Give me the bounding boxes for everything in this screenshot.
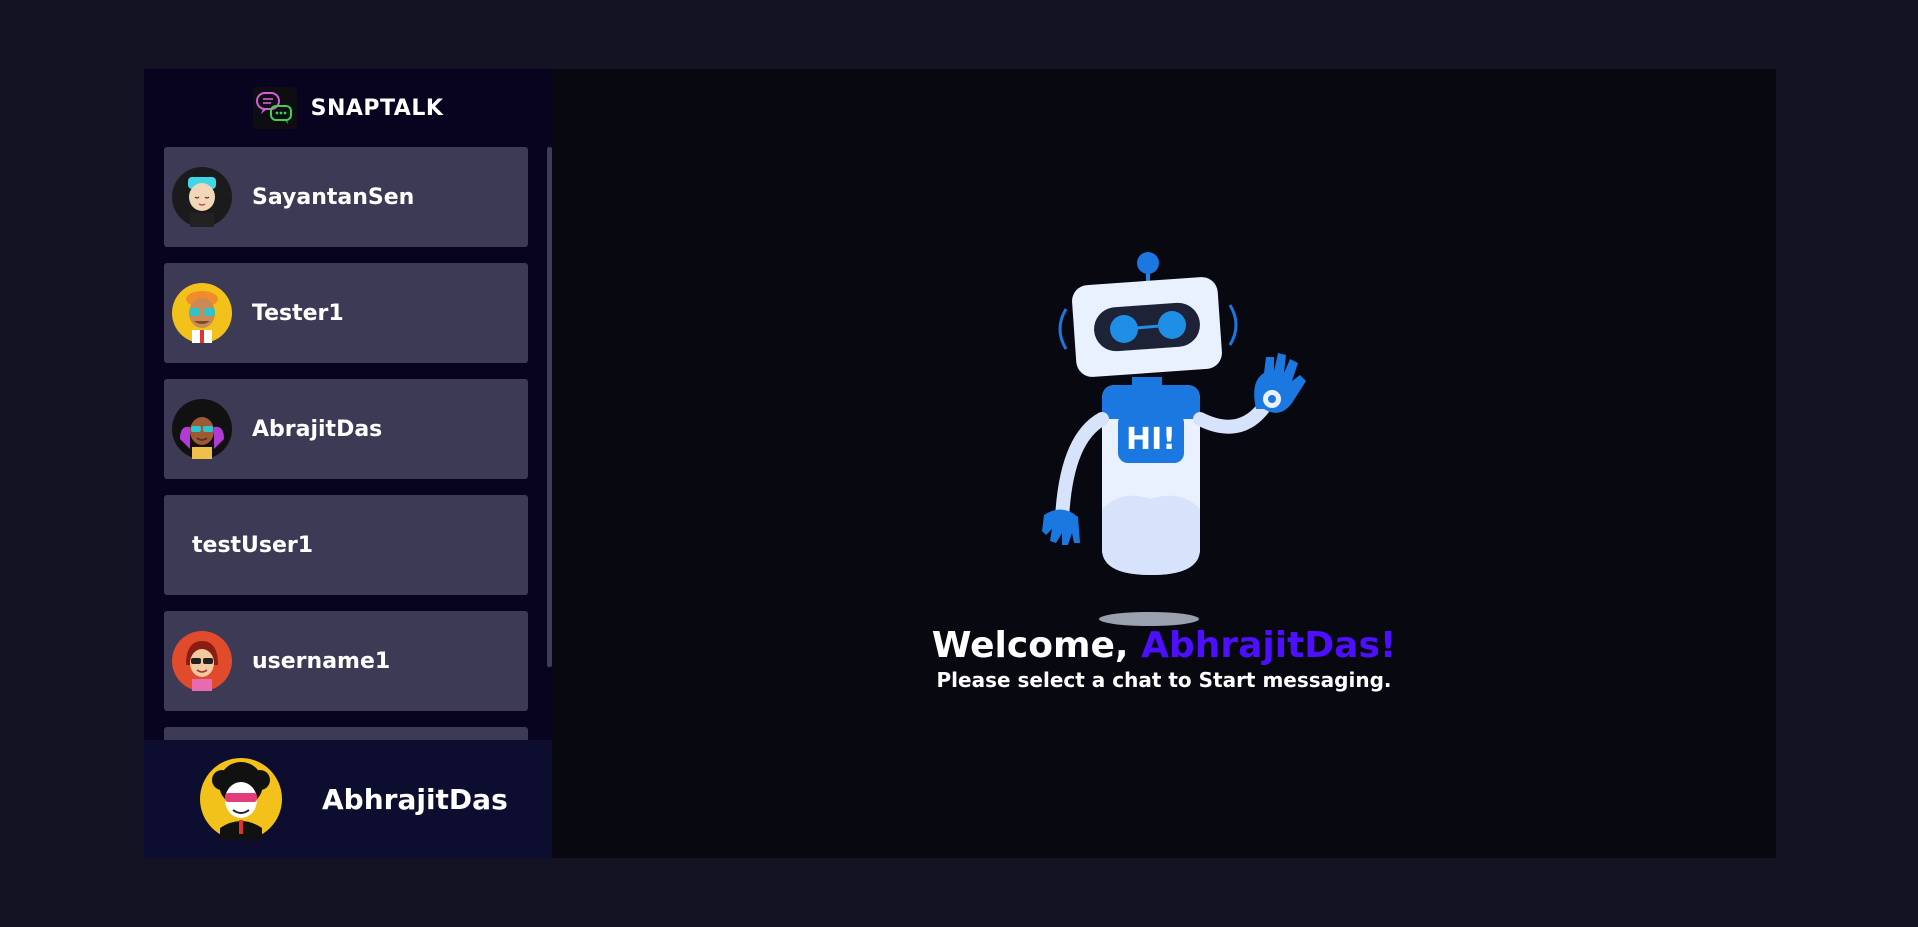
current-user-name: AbhrajitDas bbox=[322, 782, 508, 816]
welcome-subtitle: Please select a chat to Start messaging. bbox=[936, 668, 1392, 692]
avatar bbox=[172, 631, 232, 691]
avatar bbox=[172, 167, 232, 227]
welcome-panel: HI! Welcome, AbhrajitDas! Please select … bbox=[552, 69, 1776, 858]
robot-illustration: HI! bbox=[1042, 252, 1306, 626]
welcome-prefix: Welcome, bbox=[931, 625, 1142, 666]
contact-name: AbrajitDas bbox=[252, 416, 383, 442]
chat-bubbles-icon bbox=[252, 87, 297, 129]
contact-name: testUser1 bbox=[192, 532, 314, 558]
contact-name: SayantanSen bbox=[252, 184, 415, 210]
contacts-sidebar: SNAPTALK SayantanSen Tester1 AbrajitDas … bbox=[144, 69, 552, 858]
contact-item[interactable]: Tester1 bbox=[164, 263, 528, 363]
current-user-panel: AbhrajitDas bbox=[144, 740, 552, 858]
contact-item[interactable]: AbrajitDas bbox=[164, 379, 528, 479]
avatar bbox=[172, 399, 232, 459]
contact-item[interactable] bbox=[164, 727, 528, 740]
welcome-username: AbhrajitDas! bbox=[1141, 625, 1397, 666]
robot-badge: HI! bbox=[1126, 422, 1176, 457]
contact-list[interactable]: SayantanSen Tester1 AbrajitDas testUser1… bbox=[144, 147, 552, 740]
contact-name: username1 bbox=[252, 648, 391, 674]
contact-item[interactable]: testUser1 bbox=[164, 495, 528, 595]
avatar bbox=[200, 758, 282, 840]
contact-item[interactable]: SayantanSen bbox=[164, 147, 528, 247]
brand-name: SNAPTALK bbox=[310, 95, 444, 121]
contact-item[interactable]: username1 bbox=[164, 611, 528, 711]
contact-name: Tester1 bbox=[252, 300, 344, 326]
brand-header: SNAPTALK bbox=[144, 69, 552, 147]
avatar bbox=[172, 283, 232, 343]
welcome-title: Welcome, AbhrajitDas! bbox=[932, 625, 1397, 666]
chat-app: SNAPTALK SayantanSen Tester1 AbrajitDas … bbox=[144, 69, 1776, 858]
